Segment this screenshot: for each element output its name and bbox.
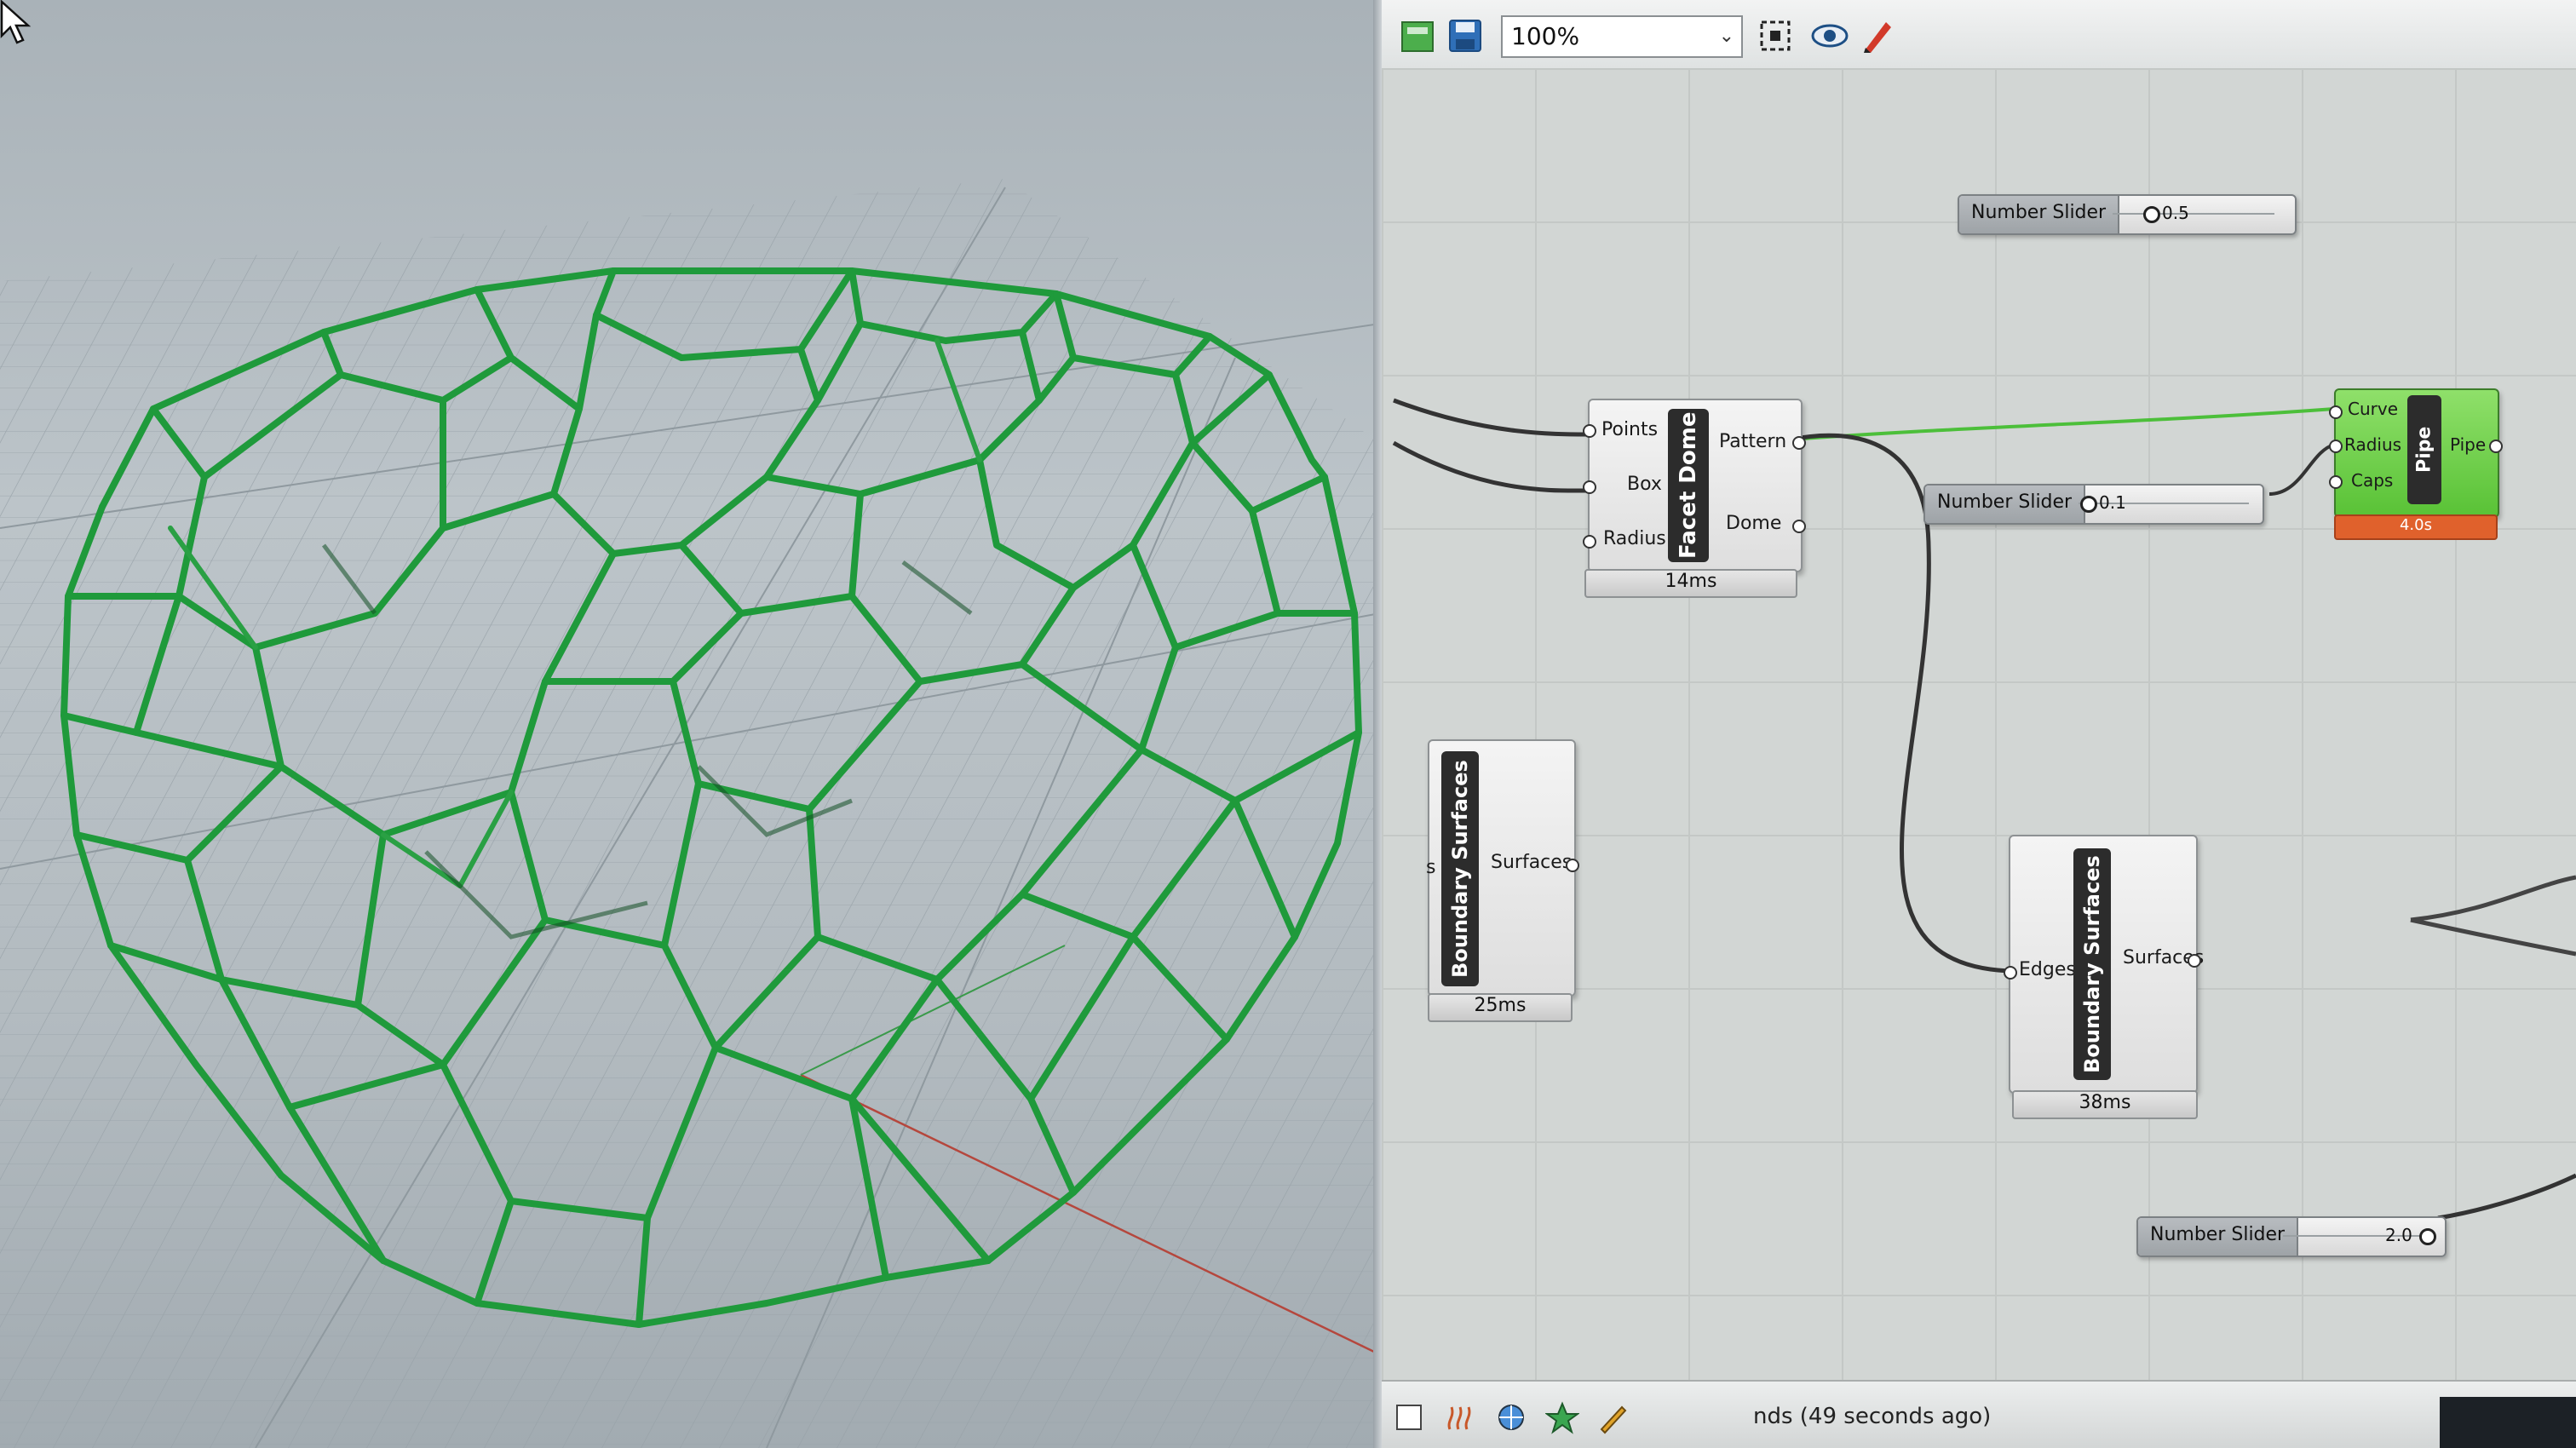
slider-knob[interactable] bbox=[2080, 496, 2097, 513]
input-grip[interactable] bbox=[1583, 424, 1596, 438]
heat-icon[interactable] bbox=[1440, 1397, 1481, 1438]
grasshopper-canvas[interactable]: Number Slider 0.5 Points Box Radius Face… bbox=[1382, 68, 2576, 1448]
document-icon[interactable] bbox=[1389, 1397, 1429, 1438]
facet-dome-timing: 14ms bbox=[1584, 569, 1797, 598]
slider-label: Number Slider bbox=[2138, 1218, 2299, 1256]
input-points[interactable]: Points bbox=[1601, 419, 1658, 440]
number-slider-radius[interactable]: Number Slider 0.5 bbox=[1958, 194, 2297, 235]
input-curve[interactable]: Curve bbox=[2348, 399, 2398, 419]
zoom-level-dropdown[interactable]: 100% ⌄ bbox=[1501, 15, 1743, 58]
sketch-pen-icon[interactable] bbox=[1855, 14, 1900, 58]
boundary-surfaces-left-timing: 25ms bbox=[1428, 993, 1573, 1022]
input-grip[interactable] bbox=[2329, 475, 2343, 489]
preview-eye-icon[interactable] bbox=[1808, 14, 1852, 58]
slider-knob[interactable] bbox=[2419, 1228, 2436, 1245]
status-bar: nds (49 seconds ago) bbox=[1382, 1380, 2576, 1448]
input-grip[interactable] bbox=[1583, 480, 1596, 494]
output-grip[interactable] bbox=[1792, 520, 1806, 533]
mouse-cursor-icon bbox=[0, 0, 32, 44]
new-document-icon[interactable] bbox=[1395, 14, 1440, 58]
slider-knob[interactable] bbox=[2143, 206, 2160, 223]
slider-value: 2.0 bbox=[2385, 1225, 2412, 1245]
input-caps[interactable]: Caps bbox=[2351, 470, 2393, 491]
facet-dome-component[interactable]: Points Box Radius Facet Dome Pattern Dom… bbox=[1583, 399, 1806, 572]
sketch-tool-icon[interactable] bbox=[1593, 1397, 1634, 1438]
zoom-level-value: 100% bbox=[1511, 22, 1580, 50]
slider-label: Number Slider bbox=[1959, 196, 2120, 233]
output-pipe[interactable]: Pipe bbox=[2450, 434, 2486, 455]
pipe-nickname: Pipe bbox=[2407, 395, 2441, 504]
system-taskbar bbox=[2440, 1397, 2576, 1448]
input-radius[interactable]: Radius bbox=[1603, 528, 1666, 549]
boundary-surfaces-component-left[interactable]: s Boundary Surfaces Surfaces bbox=[1426, 739, 1579, 997]
number-slider-pipe-radius[interactable]: Number Slider 0.1 bbox=[1923, 484, 2264, 525]
output-pattern[interactable]: Pattern bbox=[1719, 431, 1786, 452]
output-dome[interactable]: Dome bbox=[1726, 513, 1781, 534]
globe-icon[interactable] bbox=[1491, 1397, 1532, 1438]
slider-track bbox=[2113, 213, 2274, 215]
boundary-surfaces-right-timing: 38ms bbox=[2012, 1090, 2198, 1119]
boundary-surfaces-nickname: Boundary Surfaces bbox=[1441, 751, 1479, 986]
input-edges[interactable]: Edges bbox=[2019, 959, 2076, 980]
input-grip[interactable] bbox=[2329, 405, 2343, 419]
grasshopper-window: 100% ⌄ Number Slider 0.5 Points Box Radi… bbox=[1382, 0, 2576, 1448]
input-grip[interactable] bbox=[1583, 535, 1596, 549]
boundary-surfaces-component-right[interactable]: Edges Boundary Surfaces Surfaces bbox=[2004, 835, 2204, 1094]
output-grip[interactable] bbox=[2188, 954, 2201, 968]
zoom-extents-icon[interactable] bbox=[1753, 14, 1797, 58]
slider-label: Number Slider bbox=[1925, 486, 2086, 523]
input-box[interactable]: Box bbox=[1627, 474, 1662, 495]
star-icon[interactable] bbox=[1542, 1397, 1583, 1438]
save-icon[interactable] bbox=[1443, 14, 1487, 58]
viewport-scene bbox=[0, 179, 1380, 1448]
output-grip[interactable] bbox=[2489, 440, 2503, 453]
input-grip[interactable] bbox=[2329, 440, 2343, 453]
output-grip[interactable] bbox=[1566, 859, 1579, 872]
slider-value: 0.1 bbox=[2099, 492, 2126, 513]
chevron-down-icon: ⌄ bbox=[1718, 26, 1734, 47]
output-surfaces[interactable]: Surfaces bbox=[1491, 852, 1572, 873]
facet-dome-nickname: Facet Dome bbox=[1668, 409, 1709, 562]
status-message: nds (49 seconds ago) bbox=[1753, 1404, 1992, 1429]
grasshopper-toolbar: 100% ⌄ bbox=[1382, 0, 2576, 70]
pipe-timing-warning: 4.0s bbox=[2334, 514, 2498, 540]
pipe-component[interactable]: Curve Radius Caps Pipe Pipe bbox=[2329, 388, 2503, 518]
slider-value: 0.5 bbox=[2162, 203, 2189, 223]
boundary-surfaces-nickname: Boundary Surfaces bbox=[2073, 848, 2111, 1080]
input-radius[interactable]: Radius bbox=[2344, 434, 2401, 455]
output-grip[interactable] bbox=[1792, 436, 1806, 450]
rhino-viewport[interactable] bbox=[0, 0, 1380, 1448]
input-grip[interactable] bbox=[2004, 966, 2017, 980]
input-edges-partial[interactable]: s bbox=[1426, 857, 1435, 878]
number-slider-third[interactable]: Number Slider 2.0 bbox=[2136, 1216, 2447, 1257]
